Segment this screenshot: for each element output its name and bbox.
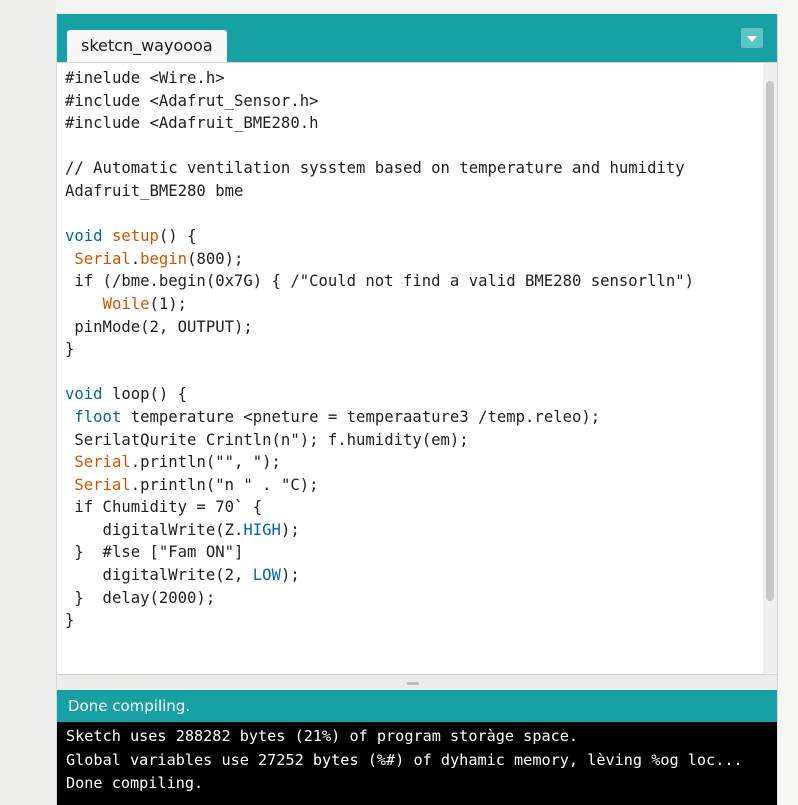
- code-token: #inelude <Wire.h>: [65, 69, 225, 87]
- code-token: () {: [158, 227, 197, 246]
- code-line[interactable]: Woile(1);: [65, 293, 755, 316]
- code-line[interactable]: [65, 361, 755, 384]
- code-token: if (/bme.begin(0x7G) { /"Could not find …: [65, 272, 695, 291]
- code-token: } delay(2000);: [65, 588, 216, 607]
- code-line[interactable]: } delay(2000);: [65, 587, 755, 610]
- editor-scrollbar[interactable]: [763, 63, 777, 675]
- code-token: // Automatic ventilation sysstem based o…: [65, 159, 685, 178]
- code-token: );: [280, 520, 300, 539]
- code-token: HIGH: [243, 520, 281, 539]
- code-token: loop() {: [102, 385, 188, 404]
- code-token: if Chumidity = 70` {: [65, 498, 263, 517]
- code-token: }: [65, 611, 75, 630]
- console-output: Sketch uses 288282 bytes (21%) of progra…: [57, 722, 777, 805]
- code-line[interactable]: } #lse ["Fam ON"]: [65, 541, 755, 564]
- code-token: );: [280, 566, 300, 585]
- code-token: } #lse ["Fam ON"]: [65, 543, 244, 562]
- tab-menu-dropdown-icon[interactable]: [741, 28, 763, 48]
- code-line[interactable]: [65, 135, 755, 158]
- code-token: Serial: [74, 453, 131, 472]
- code-line[interactable]: if (/bme.begin(0x7G) { /"Could not find …: [65, 270, 755, 293]
- code-token: #include <Adafruit_BME280.h: [65, 114, 319, 133]
- screen-bezel-right: [776, 0, 798, 805]
- code-token: Woile: [102, 294, 150, 313]
- tab-sketch[interactable]: sketcn_wayoooa: [67, 30, 227, 62]
- code-line[interactable]: void loop() {: [65, 383, 755, 406]
- code-line[interactable]: // Automatic ventilation sysstem based o…: [65, 157, 755, 180]
- code-token: void: [65, 385, 103, 404]
- code-token: Serial: [74, 249, 131, 268]
- code-token: Serial: [74, 475, 131, 494]
- code-token: pinMode(2, OUTPUT);: [65, 317, 253, 336]
- console-line: Global variables use 27252 bytes (%#) of…: [66, 750, 743, 769]
- code-text[interactable]: #inelude <Wire.h> #include <Adafrut_Senso…: [65, 67, 755, 632]
- code-token: digitalWrite(2,: [65, 566, 253, 585]
- code-line[interactable]: if Chumidity = 70` {: [65, 496, 755, 519]
- divider-grip-icon[interactable]: [407, 682, 419, 685]
- code-line[interactable]: }: [65, 338, 755, 361]
- console-line: Done compiling.: [66, 774, 204, 792]
- code-line[interactable]: Serial.println("n " . "C);: [65, 474, 755, 497]
- code-line[interactable]: SerilatQurite Crintln(n"); f.humidity(em…: [65, 429, 755, 452]
- code-line[interactable]: digitalWrite(2, LOW);: [65, 564, 755, 587]
- code-token: LOW: [252, 566, 281, 585]
- code-token: Adafruit_BME280 bme: [65, 181, 244, 200]
- code-line[interactable]: #include <Adafrut_Sensor.h>: [65, 90, 755, 113]
- code-token: floot: [74, 407, 122, 426]
- code-token: digitalWrite(Z.: [65, 520, 244, 539]
- code-line[interactable]: floot temperature <pneture = temperaatur…: [65, 406, 755, 429]
- code-line[interactable]: Serial.begin(800);: [65, 248, 755, 271]
- code-token: .: [130, 249, 141, 268]
- code-line[interactable]: Adafruit_BME280 bme: [65, 180, 755, 203]
- tab-bar: sketcn_wayoooa: [57, 14, 777, 62]
- code-token: void: [65, 227, 103, 246]
- console-line: Sketch uses 288282 bytes (21%) of progra…: [66, 727, 579, 745]
- code-line[interactable]: #include <Adafruit_BME280.h: [65, 112, 755, 135]
- code-token: .println("n " . "C);: [130, 475, 319, 494]
- code-token: .println("", ");: [130, 453, 281, 472]
- ide-window: sketcn_wayoooa #inelude <Wire.h> #include…: [56, 14, 778, 805]
- code-line[interactable]: [65, 203, 755, 226]
- status-bar: Done compiling.: [57, 690, 777, 722]
- code-token: (1);: [149, 294, 188, 313]
- code-token: }: [65, 340, 75, 359]
- code-editor[interactable]: #inelude <Wire.h> #include <Adafrut_Senso…: [57, 62, 777, 675]
- code-line[interactable]: }: [65, 609, 755, 632]
- code-line[interactable]: #inelude <Wire.h>: [65, 67, 755, 90]
- code-line[interactable]: digitalWrite(Z.HIGH);: [65, 519, 755, 542]
- code-line[interactable]: void setup() {: [65, 225, 755, 248]
- code-token: begin: [140, 249, 188, 268]
- code-line[interactable]: pinMode(2, OUTPUT);: [65, 316, 755, 339]
- editor-scrollbar-thumb[interactable]: [766, 81, 774, 601]
- screen-bezel-left: [0, 0, 56, 805]
- code-token: SerilatQurite Crintln(n"); f.humidity(em…: [65, 430, 469, 449]
- code-token: temperature <pneture = temperaature3 /te…: [121, 407, 601, 426]
- code-token: setup: [111, 227, 159, 246]
- code-token: (800);: [187, 249, 244, 268]
- code-line[interactable]: Serial.println("", ");: [65, 451, 755, 474]
- code-token: #include <Adafrut_Sensor.h>: [65, 91, 319, 110]
